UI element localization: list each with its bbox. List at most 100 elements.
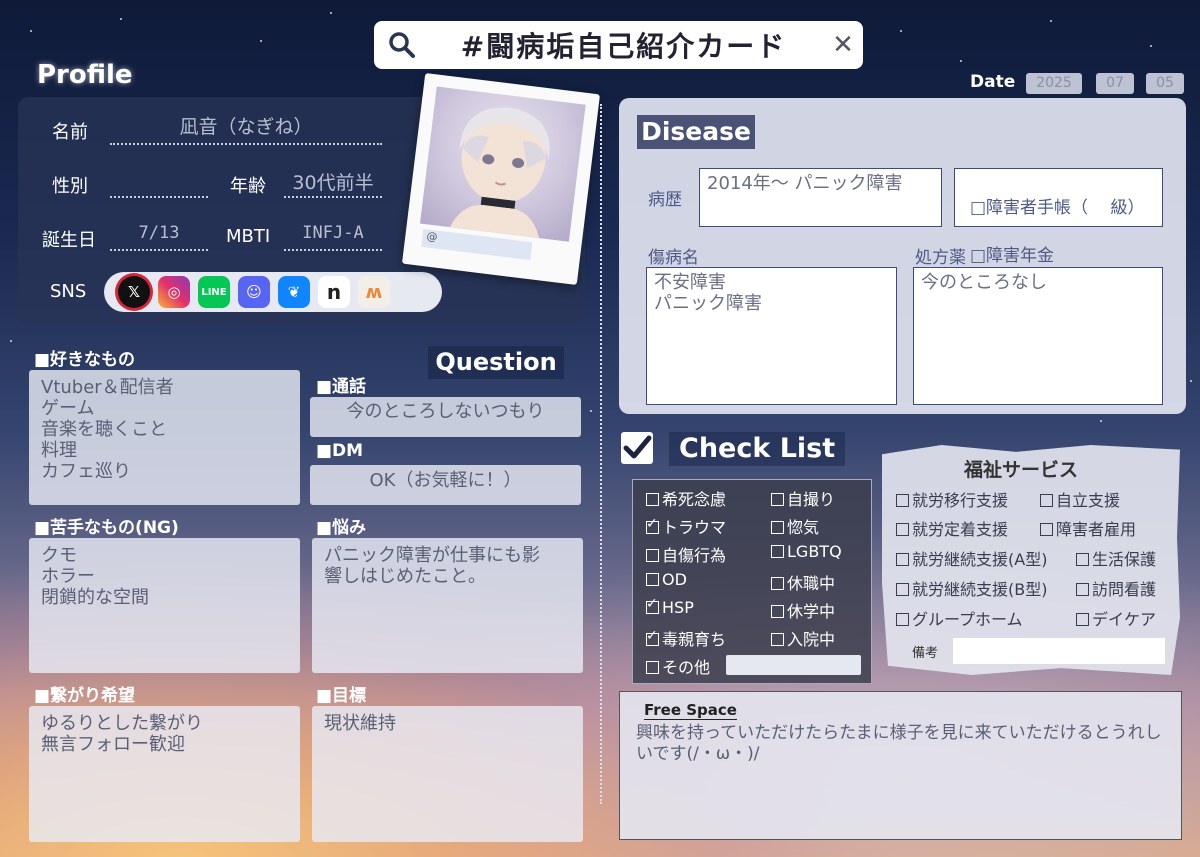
gender-label: 性別 <box>52 176 88 197</box>
gender-field[interactable] <box>110 168 208 198</box>
support-box[interactable]: □障害者手帳（ 級） □障害年金 <box>954 168 1163 266</box>
welfare-item[interactable]: 訪問看護 <box>1076 576 1156 600</box>
check-item[interactable]: 休職中 <box>771 570 835 594</box>
welfare-item[interactable]: 就労継続支援(B型) <box>896 576 1047 600</box>
checkbox[interactable] <box>1040 494 1053 507</box>
instagram-icon[interactable]: ◎ <box>158 276 190 308</box>
age-field[interactable]: 30代前半 <box>284 168 382 198</box>
checkbox[interactable] <box>646 573 659 586</box>
check-item[interactable]: 入院中 <box>771 626 835 650</box>
mbti-field[interactable]: INFJ-A <box>284 223 382 251</box>
checkbox[interactable] <box>771 545 784 558</box>
checklist-panel: 希死念慮 自撮り トラウマ 惚気 自傷行為 LGBTQ OD 休職中 HSP 休… <box>632 479 872 684</box>
name-field[interactable]: 凪音（なぎね） <box>110 112 382 145</box>
checkbox[interactable] <box>646 628 659 646</box>
bluesky-icon[interactable]: ❦ <box>278 276 310 308</box>
call-box[interactable]: 今のところしないつもり <box>310 397 581 437</box>
birthday-field[interactable]: 7/13 <box>110 223 208 251</box>
search-icon <box>380 21 424 69</box>
welfare-item[interactable]: グループホーム <box>896 606 1023 630</box>
check-item[interactable]: 惚気 <box>771 514 819 538</box>
meds-box[interactable]: 今のところなし <box>913 267 1163 405</box>
check-item[interactable]: 自撮り <box>771 486 835 510</box>
sns-icon-bar: 𝕏 ◎ LINE ☺ ❦ n ʍ <box>104 272 442 312</box>
likes-box[interactable]: Vtuber＆配信者 ゲーム 音楽を聴くこと 料理 カフェ巡り <box>29 370 300 505</box>
checkmark-icon <box>621 432 653 464</box>
welfare-item[interactable]: 障害者雇用 <box>1040 516 1136 540</box>
check-item[interactable]: HSP <box>646 596 694 617</box>
worry-label: ■悩み <box>316 518 367 538</box>
check-item[interactable]: その他 <box>646 654 710 678</box>
check-item[interactable]: トラウマ <box>646 514 726 538</box>
dm-label: ■DM <box>316 441 364 461</box>
check-item[interactable]: 希死念慮 <box>646 486 726 510</box>
checkbox[interactable] <box>1076 583 1089 596</box>
welfare-item[interactable]: 就労定着支援 <box>896 516 1008 540</box>
handbook-checkbox[interactable]: □障害者手帳（ 級） <box>962 196 1155 220</box>
check-item[interactable]: 毒親育ち <box>646 626 726 650</box>
checkbox[interactable] <box>646 516 659 534</box>
check-item[interactable]: LGBTQ <box>771 542 842 561</box>
pension-checkbox[interactable]: □障害年金 <box>962 244 1155 268</box>
free-space-heading: Free Space <box>644 701 737 720</box>
x-icon[interactable]: 𝕏 <box>118 276 150 308</box>
check-item[interactable]: 自傷行為 <box>646 542 726 566</box>
date-year[interactable]: 2025 <box>1026 73 1082 94</box>
dm-box[interactable]: OK（お気軽に！） <box>310 465 581 505</box>
diagnosis-box[interactable]: 不安障害 パニック障害 <box>646 267 897 405</box>
history-box[interactable]: 2014年〜 パニック障害 <box>699 168 942 227</box>
checkbox[interactable] <box>646 661 659 674</box>
question-heading: Question <box>428 346 564 379</box>
checkbox[interactable] <box>646 596 659 614</box>
checklist-heading: Check List <box>669 432 846 466</box>
free-space-text: 興味を持っていただけたらたまに様子を見に来ていただけるとうれしいです(/・ω・)… <box>636 723 1162 764</box>
likes-label: ■好きなもの <box>34 350 136 370</box>
title-search-bar[interactable]: #闘病垢自己紹介カード ✕ <box>374 21 863 69</box>
welfare-heading: 福祉サービス <box>964 459 1079 481</box>
name-label: 名前 <box>52 122 88 143</box>
disease-heading: Disease <box>637 115 755 149</box>
welfare-item[interactable]: 就労継続支援(A型) <box>896 546 1047 570</box>
notes-input[interactable] <box>953 638 1165 664</box>
note-icon[interactable]: n <box>318 276 350 308</box>
checkbox[interactable] <box>771 605 784 618</box>
date-day[interactable]: 05 <box>1146 73 1184 94</box>
history-label: 病歴 <box>648 190 682 210</box>
checkbox[interactable] <box>896 553 909 566</box>
mbti-label: MBTI <box>226 226 271 247</box>
avatar <box>419 86 586 242</box>
connect-box[interactable]: ゆるりとした繋がり 無言フォロー歓迎 <box>29 706 300 842</box>
checkbox[interactable] <box>771 521 784 534</box>
checkbox[interactable] <box>896 583 909 596</box>
meds-label: 処方薬 <box>915 248 966 268</box>
checkbox[interactable] <box>1040 523 1053 536</box>
discord-icon[interactable]: ☺ <box>238 276 270 308</box>
checkbox[interactable] <box>896 523 909 536</box>
checkbox[interactable] <box>646 493 659 506</box>
notes-label: 備考 <box>912 646 939 661</box>
date-month[interactable]: 07 <box>1096 73 1134 94</box>
welfare-item[interactable]: デイケア <box>1076 606 1156 630</box>
worry-box[interactable]: パニック障害が仕事にも影 響しはじめたこと。 <box>312 538 583 673</box>
close-icon[interactable]: ✕ <box>823 21 863 69</box>
check-item[interactable]: 休学中 <box>771 598 835 622</box>
other-input[interactable] <box>726 655 861 675</box>
line-icon[interactable]: LINE <box>198 276 230 308</box>
goal-box[interactable]: 現状維持 <box>312 706 583 842</box>
goal-label: ■目標 <box>316 686 367 706</box>
checkbox[interactable] <box>1076 613 1089 626</box>
checkbox[interactable] <box>646 549 659 562</box>
checkbox[interactable] <box>1076 553 1089 566</box>
check-item[interactable]: OD <box>646 570 687 589</box>
misskey-icon[interactable]: ʍ <box>358 276 390 308</box>
checkbox[interactable] <box>896 494 909 507</box>
welfare-item[interactable]: 生活保護 <box>1076 546 1156 570</box>
dislikes-box[interactable]: クモ ホラー 閉鎖的な空間 <box>29 538 300 673</box>
checkbox[interactable] <box>896 613 909 626</box>
checkbox[interactable] <box>771 633 784 646</box>
checkbox[interactable] <box>771 577 784 590</box>
connect-label: ■繋がり希望 <box>34 686 136 706</box>
welfare-item[interactable]: 就労移行支援 <box>896 487 1008 511</box>
checkbox[interactable] <box>771 493 784 506</box>
welfare-item[interactable]: 自立支援 <box>1040 487 1120 511</box>
